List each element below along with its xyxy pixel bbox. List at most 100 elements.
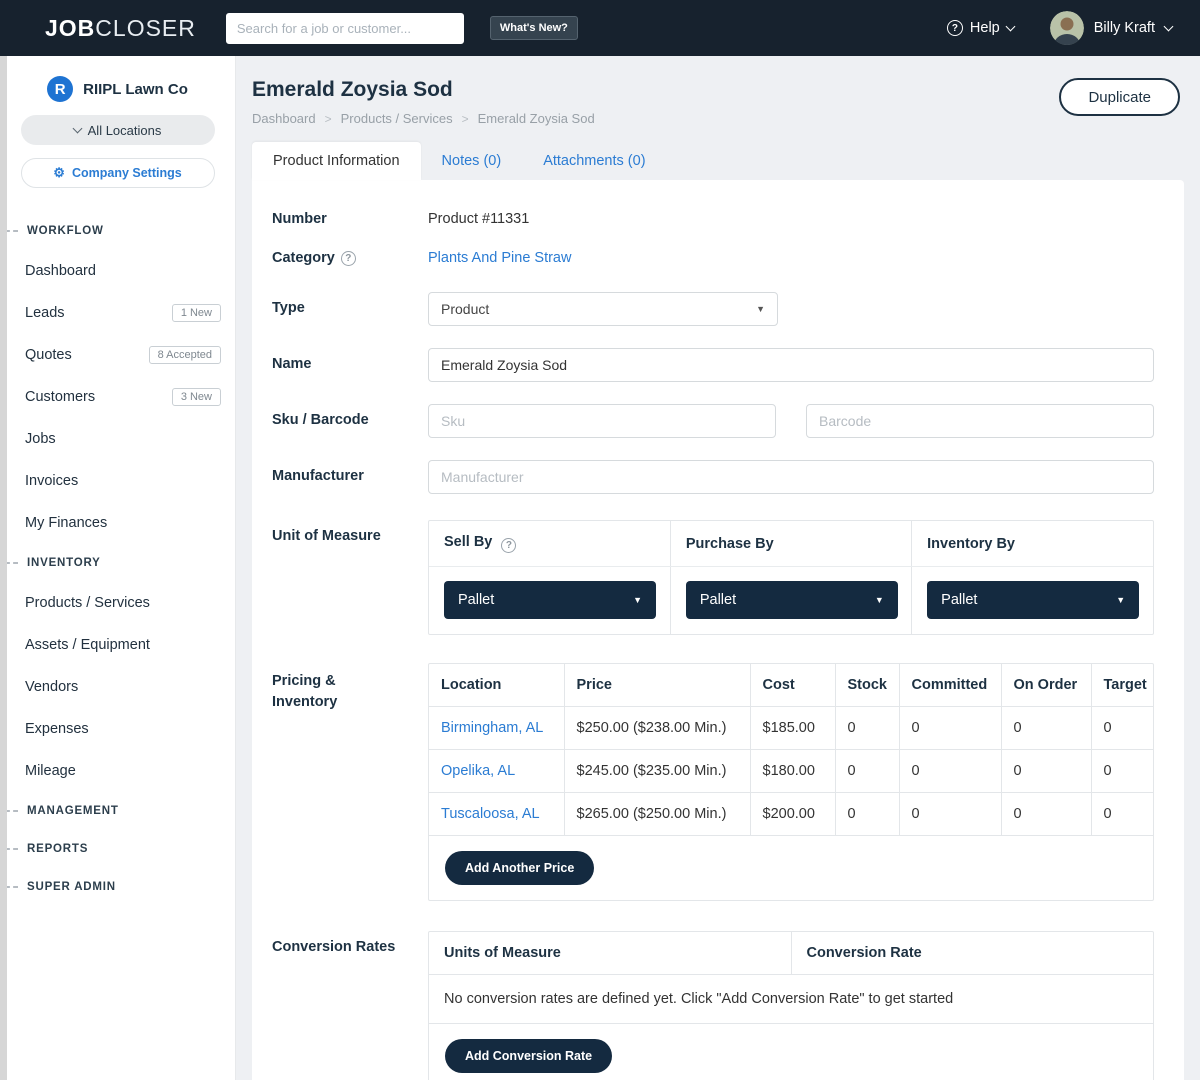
col-price: Price [564,664,750,707]
section-workflow[interactable]: WORKFLOW [0,212,235,250]
sidebar-item-leads[interactable]: Leads 1 New [0,292,235,334]
uom-col-sell-by: Sell By ? [429,521,670,567]
category-label: Category [272,250,335,266]
pricing-inventory-label: Pricing & Inventory [272,663,428,901]
section-reports[interactable]: REPORTS [0,830,235,868]
breadcrumb-current: Emerald Zoysia Sod [478,111,595,126]
user-name[interactable]: Billy Kraft [1094,20,1155,36]
breadcrumb-dashboard[interactable]: Dashboard [252,111,316,126]
add-another-price-button[interactable]: Add Another Price [445,851,594,885]
location-link[interactable]: Opelika, AL [441,763,515,779]
logo-light: CLOSER [95,15,196,41]
tab-product-information[interactable]: Product Information [252,142,421,180]
conversion-rates-row: Conversion Rates Units of Measure Conver… [272,931,1154,1080]
tab-bar: Product Information Notes (0) Attachment… [252,142,1184,180]
global-search-input[interactable] [226,13,464,44]
sku-barcode-row: Sku / Barcode [272,404,1154,438]
breadcrumb: Dashboard > Products / Services > Emeral… [252,111,1184,126]
sidebar-scrollbar[interactable] [0,56,7,1080]
name-input[interactable] [428,348,1154,382]
sidebar-item-quotes[interactable]: Quotes 8 Accepted [0,334,235,376]
chevron-down-icon [1005,21,1015,31]
sidebar-item-my-finances[interactable]: My Finances [0,502,235,544]
chevron-down-icon [72,123,82,133]
conversion-rates-label: Conversion Rates [272,931,428,1080]
uom-col-inventory-by: Inventory By [912,521,1153,567]
location-link[interactable]: Tuscaloosa, AL [441,806,540,822]
pricing-row-opelika: Opelika, AL $245.00 ($235.00 Min.) $180.… [429,750,1153,793]
company-logo: R [47,76,73,102]
number-row: Number Product #11331 [272,210,1154,227]
sidebar-item-mileage[interactable]: Mileage [0,750,235,792]
sku-input[interactable] [428,404,776,438]
all-locations-dropdown[interactable]: All Locations [21,115,215,145]
help-question-icon: ? [947,20,963,36]
product-information-panel: Number Product #11331 Category ? Plants … [252,180,1184,1080]
tab-notes[interactable]: Notes (0) [421,142,523,180]
sidebar-item-products-services[interactable]: Products / Services [0,582,235,624]
name-label: Name [272,348,428,382]
number-label: Number [272,210,428,227]
sidebar-item-expenses[interactable]: Expenses [0,708,235,750]
item-badge: 1 New [172,304,221,322]
breadcrumb-separator-icon: > [462,112,469,126]
question-circle-icon[interactable]: ? [501,538,516,553]
duplicate-button[interactable]: Duplicate [1059,78,1180,116]
whats-new-button[interactable]: What's New? [490,16,578,40]
company-header: R RIIPL Lawn Co [0,76,235,102]
pricing-row-tuscaloosa: Tuscaloosa, AL $265.00 ($250.00 Min.) $2… [429,793,1153,836]
main-content: Emerald Zoysia Sod Dashboard > Products … [236,56,1200,1080]
pricing-inventory-row: Pricing & Inventory Location Price Cost … [272,663,1154,901]
user-avatar[interactable] [1050,11,1084,45]
purchase-by-select[interactable]: Pallet ▼ [686,581,898,619]
section-management[interactable]: MANAGEMENT [0,792,235,830]
company-settings-button[interactable]: ⚙ Company Settings [21,158,215,188]
type-row: Type Product ▼ [272,292,1154,326]
sidebar-item-jobs[interactable]: Jobs [0,418,235,460]
location-link[interactable]: Birmingham, AL [441,720,543,736]
top-bar: JOBCLOSER What's New? ? Help Billy Kraft [0,0,1200,56]
sell-by-select[interactable]: Pallet ▼ [444,581,656,619]
conversion-rates-table: Units of Measure Conversion Rate [429,932,1153,975]
col-units-of-measure: Units of Measure [429,932,791,975]
company-settings-label: Company Settings [72,166,182,180]
sidebar-item-vendors[interactable]: Vendors [0,666,235,708]
col-stock: Stock [835,664,899,707]
type-label: Type [272,292,428,326]
page-title: Emerald Zoysia Sod [252,78,1184,102]
sidebar-item-customers[interactable]: Customers 3 New [0,376,235,418]
tab-attachments[interactable]: Attachments (0) [522,142,666,180]
breadcrumb-products-services[interactable]: Products / Services [341,111,453,126]
type-select[interactable]: Product ▼ [428,292,778,326]
number-value: Product #11331 [428,210,1154,227]
manufacturer-label: Manufacturer [272,460,428,494]
add-conversion-rate-button[interactable]: Add Conversion Rate [445,1039,612,1073]
all-locations-label: All Locations [88,123,162,138]
section-super-admin[interactable]: SUPER ADMIN [0,868,235,906]
unit-of-measure-label: Unit of Measure [272,520,428,635]
sidebar-item-assets-equipment[interactable]: Assets / Equipment [0,624,235,666]
col-on-order: On Order [1001,664,1091,707]
sidebar-item-invoices[interactable]: Invoices [0,460,235,502]
chevron-down-icon [1164,21,1174,31]
category-row: Category ? Plants And Pine Straw [272,249,1154,266]
item-badge: 8 Accepted [149,346,221,364]
manufacturer-input[interactable] [428,460,1154,494]
unit-of-measure-row: Unit of Measure Sell By ? Purchase By In… [272,520,1154,635]
avatar-image [1050,11,1084,45]
col-conversion-rate: Conversion Rate [791,932,1153,975]
barcode-input[interactable] [806,404,1154,438]
pricing-row-birmingham: Birmingham, AL $250.00 ($238.00 Min.) $1… [429,707,1153,750]
unit-of-measure-table: Sell By ? Purchase By Inventory By Palle… [429,521,1153,634]
item-badge: 3 New [172,388,221,406]
category-link[interactable]: Plants And Pine Straw [428,249,1154,266]
inventory-by-select[interactable]: Pallet ▼ [927,581,1139,619]
uom-col-purchase-by: Purchase By [670,521,911,567]
pricing-header-row: Location Price Cost Stock Committed On O… [429,664,1153,707]
question-circle-icon[interactable]: ? [341,251,356,266]
conversion-header-row: Units of Measure Conversion Rate [429,932,1153,975]
sidebar-item-dashboard[interactable]: Dashboard [0,250,235,292]
help-menu[interactable]: ? Help [947,20,1014,36]
chevron-down-icon: ▼ [633,595,642,605]
section-inventory[interactable]: INVENTORY [0,544,235,582]
